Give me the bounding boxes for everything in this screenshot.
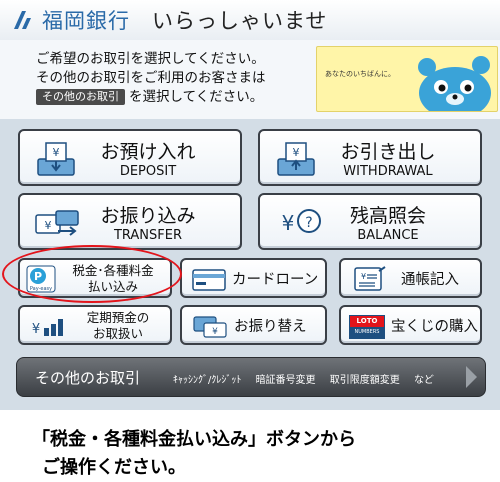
arrow-right-icon: [466, 366, 477, 388]
passbook-entry-label: 通帳記入: [401, 271, 459, 288]
bank-name: 福岡銀行: [42, 9, 130, 33]
other-item-limit-change: 取引限度額変更: [329, 375, 400, 386]
other-item-pin-change: 暗証番号変更: [255, 375, 316, 386]
withdrawal-label: お引き出し: [340, 141, 436, 163]
deposit-label-en: DEPOSIT: [119, 164, 177, 179]
instruction-line-3-suffix: を選択してください。: [129, 89, 264, 105]
balance-label: 残高照会: [349, 205, 426, 227]
loto-icon-text: LOTO: [350, 316, 384, 327]
transfer-label: お振り込み: [100, 205, 196, 227]
bank-logo-icon: [14, 11, 31, 29]
transfer-label-en: TRANSFER: [113, 228, 183, 243]
transaction-menu: ¥ お預け入れ DEPOSIT ¥ お引き出し WITHDRAWAL ¥ お振り…: [0, 119, 500, 354]
transfer-button[interactable]: ¥ お振り込み TRANSFER: [18, 193, 242, 250]
caption-line-1: 「税金・各種料金払い込み」ボタンから: [32, 429, 356, 450]
account-transfer-label: お振り替え: [234, 318, 307, 335]
highlight-circle: [2, 245, 182, 303]
info-panel: ご希望のお取引を選択してください。 その他のお取引をご利用のお客さまは その他の…: [0, 40, 500, 119]
time-deposit-label: 定期預金の お取扱い: [70, 310, 166, 342]
balance-button[interactable]: ¥ ? 残高照会 BALANCE: [258, 193, 482, 250]
balance-label-en: BALANCE: [357, 228, 419, 243]
ad-banner: あなたのいちばんに。: [316, 46, 498, 112]
other-item-etc: など: [413, 375, 434, 386]
withdrawal-button[interactable]: ¥ お引き出し WITHDRAWAL: [258, 129, 482, 186]
numbers-icon-text: NUMBERS: [350, 327, 384, 338]
ad-text: あなたのいちばんに。: [325, 70, 395, 78]
lottery-purchase-label: 宝くじの購入: [391, 318, 478, 335]
instruction-line-3: その他のお取引 を選択してください。: [36, 88, 266, 107]
other-transactions-button[interactable]: その他のお取引 ｷｬｯｼﾝｸﾞ/ｸﾚｼﾞｯﾄ 暗証番号変更 取引限度額変更 など: [16, 357, 486, 397]
svg-text:¥: ¥: [212, 327, 218, 337]
other-transactions-list: ｷｬｯｼﾝｸﾞ/ｸﾚｼﾞｯﾄ 暗証番号変更 取引限度額変更 など: [173, 371, 445, 386]
account-transfer-icon: ¥: [193, 316, 227, 338]
svg-text:¥: ¥: [361, 272, 366, 281]
instruction-text: ご希望のお取引を選択してください。 その他のお取引をご利用のお客さまは その他の…: [36, 50, 266, 107]
time-deposit-label-2: お取扱い: [92, 326, 143, 341]
caption-line-2: ご操作ください。: [42, 457, 186, 478]
welcome-message: いらっしゃいませ: [152, 9, 328, 33]
instruction-line-1: ご希望のお取引を選択してください。: [36, 51, 265, 67]
lottery-purchase-button[interactable]: LOTO NUMBERS 宝くじの購入: [339, 305, 482, 345]
account-transfer-button[interactable]: ¥ お振り替え: [180, 305, 327, 345]
other-transactions-title: その他のお取引: [35, 369, 141, 387]
passbook-entry-button[interactable]: ¥ 通帳記入: [339, 258, 482, 298]
deposit-label: お預け入れ: [100, 141, 196, 163]
loto-numbers-icon: LOTO NUMBERS: [349, 315, 385, 339]
card-loan-button[interactable]: カードローン: [180, 258, 327, 298]
instruction-line-2: その他のお取引をご利用のお客さまは: [36, 70, 266, 86]
other-transactions-tag: その他のお取引: [36, 89, 125, 105]
passbook-icon: ¥: [354, 266, 386, 291]
time-deposit-button[interactable]: ¥ 定期預金の お取扱い: [18, 305, 172, 345]
atm-screen: 福岡銀行 いらっしゃいませ ご希望のお取引を選択してください。 その他のお取引を…: [0, 0, 500, 410]
instruction-caption: 「税金・各種料金払い込み」ボタンから ご操作ください。: [32, 426, 356, 482]
credit-card-icon: [192, 269, 226, 291]
mascot-bear-icon: [418, 56, 491, 111]
time-deposit-chart-icon: ¥: [32, 319, 63, 337]
withdrawal-label-en: WITHDRAWAL: [343, 164, 433, 179]
card-loan-label: カードローン: [232, 271, 319, 288]
svg-text:¥: ¥: [32, 322, 40, 337]
deposit-button[interactable]: ¥ お預け入れ DEPOSIT: [18, 129, 242, 186]
time-deposit-label-1: 定期預金の: [86, 310, 150, 325]
header: 福岡銀行 いらっしゃいませ: [0, 0, 500, 41]
other-item-cashing-credit: ｷｬｯｼﾝｸﾞ/ｸﾚｼﾞｯﾄ: [173, 375, 242, 386]
